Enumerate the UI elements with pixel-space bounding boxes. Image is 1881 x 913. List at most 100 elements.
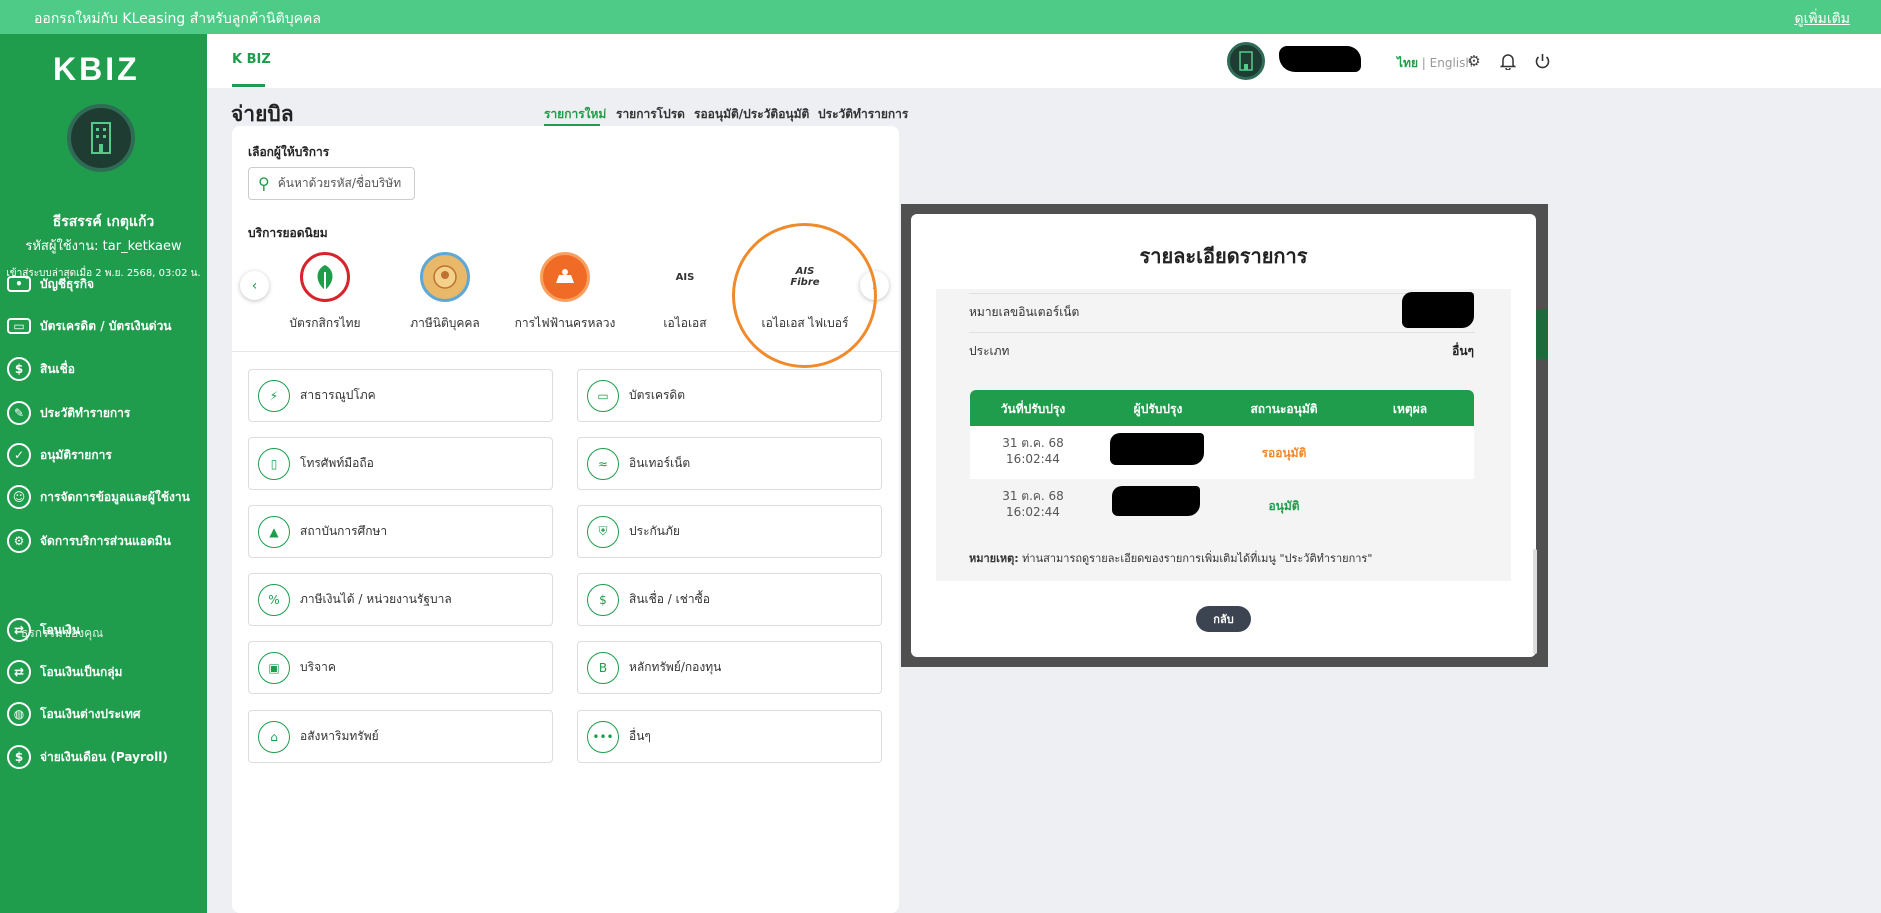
header-user-name-redacted <box>1279 46 1361 72</box>
sidebar-item-transfer[interactable]: ⇄ โอนเงิน <box>7 615 207 645</box>
tab-kbiz[interactable]: K BIZ <box>232 52 271 67</box>
chevron-left-icon: ‹ <box>251 277 258 294</box>
kbank-logo <box>300 252 350 302</box>
kbiz-logo: KBIZ <box>53 51 140 87</box>
sidebar-item-admin[interactable]: ⚙ จัดการบริการส่วนแอดมิน <box>7 526 207 556</box>
transaction-detail-modal: รายละเอียดรายการ หมายเลขอินเตอร์เน็ต ประ… <box>911 214 1537 657</box>
revenue-dept-logo <box>420 252 470 302</box>
banner-more-link[interactable]: ดูเพิ่มเติม <box>1795 8 1850 30</box>
mea-logo <box>540 252 590 302</box>
lang-th[interactable]: ไทย <box>1397 56 1418 70</box>
favorite-kbank-card[interactable]: บัตรกสิกรไทย <box>265 252 385 333</box>
sidebar-item-user-management[interactable]: ☺ การจัดการข้อมูลและผู้ใช้งาน <box>7 482 207 512</box>
category-mobile[interactable]: ▯ โทรศัพท์มือถือ <box>248 437 553 490</box>
sidebar-item-international-transfer[interactable]: ◍ โอนเงินต่างประเทศ <box>7 699 207 729</box>
admin-icon: ⚙ <box>7 529 31 553</box>
tax-icon: % <box>258 583 290 616</box>
table-row: 31 ต.ค. 68 16:02:44 <box>1002 436 1064 466</box>
status-badge: รออนุมัติ <box>1261 446 1307 460</box>
wifi-icon: ≈ <box>587 447 619 480</box>
promo-banner: ออกรถใหม่กับ KLeasing สำหรับลูกค้านิติบุ… <box>0 0 1881 34</box>
sidebar-item-approve[interactable]: ✓ อนุมัติรายการ <box>7 440 207 470</box>
type-label: ประเภท <box>969 344 1010 358</box>
search-icon: ⚲ <box>258 174 270 193</box>
history-icon: ✎ <box>7 401 31 425</box>
category-others[interactable]: ••• อื่นๆ <box>577 710 882 763</box>
users-icon: ☺ <box>7 485 31 509</box>
category-tax-government[interactable]: % ภาษีเงินได้ / หน่วยงานรัฐบาล <box>248 573 553 626</box>
col-reason: เหตุผล <box>1392 402 1428 416</box>
status-badge: อนุมัติ <box>1268 499 1300 513</box>
approval-history-table: วันที่ปรับปรุง ผู้ปรับปรุง สถานะอนุมัติ … <box>970 390 1474 532</box>
donation-box-icon: ▣ <box>258 651 290 684</box>
category-loan-leasing[interactable]: $ สินเชื่อ / เช่าซื้อ <box>577 573 882 626</box>
category-utilities[interactable]: ⚡ สาธารณูปโภค <box>248 369 553 422</box>
favorite-corporate-tax[interactable]: ภาษีนิติบุคคล <box>385 252 505 333</box>
top-header: K BIZ ไทย | English ⚙ <box>207 34 1881 88</box>
sidebar-item-payroll[interactable]: $ จ่ายเงินเดือน (Payroll) <box>7 742 207 772</box>
credit-card-icon: ▭ <box>587 379 619 412</box>
internet-number-redacted <box>1402 292 1474 328</box>
favorite-mea[interactable]: การไฟฟ้านครหลวง <box>505 252 625 333</box>
sidebar: KBIZ ธีรสรรค์ เกตุแก้ว รหัสผู้ใช้งาน: ta… <box>0 34 207 913</box>
building-icon <box>1239 51 1253 71</box>
header-avatar[interactable] <box>1227 42 1265 80</box>
modal-note: หมายเหตุ: ท่านสามารถดูรายละเอียดของรายกา… <box>969 552 1373 565</box>
transfer-icon: ⇄ <box>7 618 31 642</box>
more-dots-icon: ••• <box>587 720 619 753</box>
category-insurance[interactable]: ⛨ ประกันภัย <box>577 505 882 558</box>
internet-number-label: หมายเลขอินเตอร์เน็ต <box>969 305 1080 319</box>
loan-icon: $ <box>7 357 31 381</box>
biller-search-input[interactable]: ⚲ ค้นหาด้วยรหัส/ชื่อบริษัท <box>248 167 415 200</box>
category-credit-card[interactable]: ▭ บัตรเครดิต <box>577 369 882 422</box>
language-switch[interactable]: ไทย | English <box>1397 54 1473 73</box>
mobile-phone-icon: ▯ <box>258 447 290 480</box>
banner-text: ออกรถใหม่กับ KLeasing สำหรับลูกค้านิติบุ… <box>34 11 321 27</box>
category-donation[interactable]: ▣ บริจาค <box>248 641 553 694</box>
category-securities-funds[interactable]: B หลักทรัพย์/กองทุน <box>577 641 882 694</box>
user-id: รหัสผู้ใช้งาน: tar_ketkaew <box>25 239 182 254</box>
annotation-circle <box>732 223 877 368</box>
logout-power-icon[interactable] <box>1533 52 1551 70</box>
choose-biller-label: เลือกผู้ให้บริการ <box>248 145 330 159</box>
back-button[interactable]: กลับ <box>1196 606 1251 632</box>
securities-icon: B <box>587 651 619 684</box>
category-education[interactable]: ▲ สถาบันการศึกษา <box>248 505 553 558</box>
company-avatar <box>67 104 135 172</box>
notification-bell-icon[interactable] <box>1499 52 1517 70</box>
favorite-ais[interactable]: AIS เอไอเอส <box>625 252 745 333</box>
settings-gear-icon[interactable]: ⚙ <box>1465 52 1483 70</box>
globe-icon: ◍ <box>7 702 31 726</box>
credit-card-icon: ▭ <box>7 318 31 334</box>
payroll-icon: $ <box>7 745 31 769</box>
modal-scrollbar[interactable] <box>1533 549 1537 654</box>
sidebar-item-bulk-transfer[interactable]: ⇄ โอนเงินเป็นกลุ่ม <box>7 657 207 687</box>
loan-icon: $ <box>587 583 619 616</box>
ais-logo: AIS <box>675 271 695 283</box>
tab-new-transaction[interactable]: รายการใหม่ <box>544 105 606 124</box>
modal-title: รายละเอียดรายการ <box>1139 244 1308 268</box>
utilities-icon: ⚡ <box>258 379 290 412</box>
tab-transaction-history[interactable]: ประวัติทำรายการ <box>818 105 908 124</box>
sidebar-item-history[interactable]: ✎ ประวัติทำรายการ <box>7 398 207 428</box>
tab-favorites[interactable]: รายการโปรด <box>616 105 685 124</box>
category-internet[interactable]: ≈ อินเทอร์เน็ต <box>577 437 882 490</box>
col-approval-status: สถานะอนุมัติ <box>1250 402 1318 416</box>
user-name: ธีรสรรค์ เกตุแก้ว <box>52 214 155 230</box>
card-icon: • <box>7 276 31 292</box>
bulk-transfer-icon: ⇄ <box>7 660 31 684</box>
graduation-cap-icon: ▲ <box>258 515 290 548</box>
sidebar-item-business-account[interactable]: • บัญชีธุรกิจ <box>7 269 207 299</box>
col-updated-date: วันที่ปรับปรุง <box>1000 402 1066 416</box>
sidebar-item-loan[interactable]: $ สินเชื่อ <box>7 354 207 384</box>
modal-body: หมายเลขอินเตอร์เน็ต ประเภท อื่นๆ วันที่ป… <box>936 289 1537 654</box>
col-updated-by: ผู้ปรับปรุง <box>1133 402 1183 416</box>
tab-kbiz-underline <box>232 84 265 87</box>
table-row: 31 ต.ค. 68 16:02:44 <box>1002 489 1064 519</box>
updater-redacted <box>1112 486 1200 516</box>
tab-pending-approval[interactable]: รออนุมัติ/ประวัติอนุมัติ <box>694 105 809 124</box>
category-real-estate[interactable]: ⌂ อสังหาริมทรัพย์ <box>248 710 553 763</box>
sidebar-item-credit-card[interactable]: ▭ บัตรเครดิต / บัตรเงินด่วน <box>7 311 207 341</box>
updater-redacted <box>1110 433 1204 465</box>
search-placeholder: ค้นหาด้วยรหัส/ชื่อบริษัท <box>277 176 402 190</box>
